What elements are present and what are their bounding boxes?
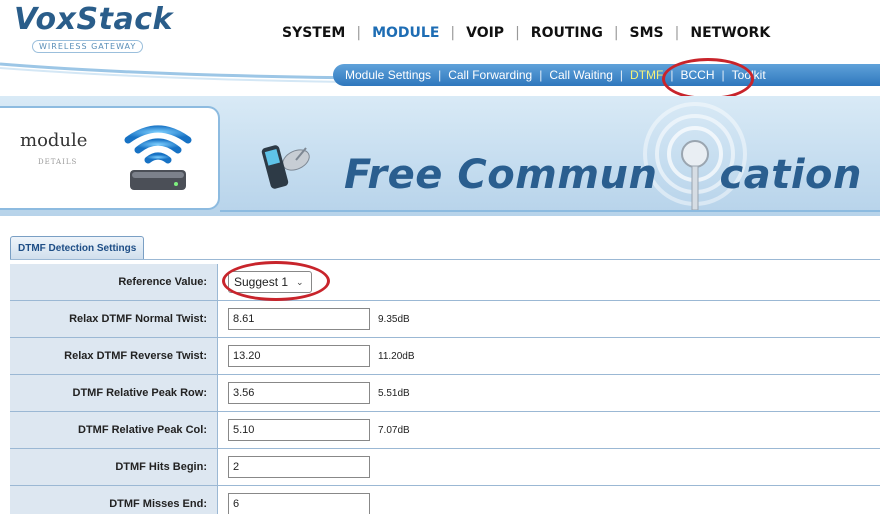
phone-satellite-icon [261, 145, 310, 189]
sub-nav: Module Settings | Call Forwarding | Call… [333, 64, 880, 86]
card-title: module [20, 130, 88, 151]
peak-col-input[interactable] [228, 419, 370, 441]
peak-col-label: DTMF Relative Peak Col: [78, 424, 207, 436]
nav-network[interactable]: NETWORK [690, 25, 770, 41]
reference-value-select[interactable]: Suggest 1 ⌄ [228, 271, 312, 293]
banner-headline: Free Commun cation [344, 152, 862, 198]
misses-end-input[interactable] [228, 493, 370, 514]
card-subtitle: DETAILS [38, 158, 78, 166]
brand-tagline: WIRELESS GATEWAY [32, 40, 144, 53]
brand-logo: VoxStack WIRELESS GATEWAY [14, 4, 184, 60]
subnav-separator: | [619, 68, 624, 82]
top-nav: SYSTEM | MODULE | VOIP | ROUTING | SMS |… [282, 22, 880, 44]
hits-begin-input[interactable] [228, 456, 370, 478]
reverse-twist-label: Relax DTMF Reverse Twist: [64, 350, 207, 362]
form-row: DTMF Hits Begin: [10, 449, 880, 486]
form-row-reference: Reference Value: Suggest 1 ⌄ [10, 264, 880, 301]
banner-divider [220, 210, 880, 212]
peak-row-unit: 5.51dB [378, 387, 410, 399]
nav-routing[interactable]: ROUTING [531, 25, 603, 41]
nav-separator: | [450, 25, 456, 41]
normal-twist-input[interactable] [228, 308, 370, 330]
subnav-dtmf[interactable]: DTMF [630, 68, 663, 82]
dtmf-settings-form: Reference Value: Suggest 1 ⌄ Relax DTMF … [10, 264, 880, 514]
misses-end-label: DTMF Misses End: [109, 498, 207, 510]
nav-voip[interactable]: VOIP [466, 25, 504, 41]
subnav-call-waiting[interactable]: Call Waiting [549, 68, 613, 82]
normal-twist-label: Relax DTMF Normal Twist: [69, 313, 207, 325]
reference-value-selected: Suggest 1 [234, 275, 289, 289]
form-row: DTMF Relative Peak Row: 5.51dB [10, 375, 880, 412]
reverse-twist-unit: 11.20dB [378, 350, 415, 362]
subnav-separator: | [670, 68, 674, 82]
subnav-bcch[interactable]: BCCH [681, 68, 715, 82]
nav-system[interactable]: SYSTEM [282, 25, 345, 41]
reference-value-label: Reference Value: [118, 276, 207, 288]
nav-separator: | [613, 25, 619, 41]
peak-row-input[interactable] [228, 382, 370, 404]
chevron-down-icon: ⌄ [296, 276, 304, 287]
tab-dtmf-detection-settings[interactable]: DTMF Detection Settings [10, 236, 145, 260]
form-row: DTMF Relative Peak Col: 7.07dB [10, 412, 880, 449]
banner-headline-right: cation [719, 152, 862, 198]
subnav-toolkit[interactable]: Toolkit [732, 68, 766, 82]
subnav-module-settings[interactable]: Module Settings [345, 68, 431, 82]
reverse-twist-input[interactable] [228, 345, 370, 367]
subnav-call-forwarding[interactable]: Call Forwarding [448, 68, 532, 82]
nav-separator: | [674, 25, 680, 41]
peak-row-label: DTMF Relative Peak Row: [72, 387, 207, 399]
subnav-separator: | [721, 68, 725, 82]
banner-headline-left: Free Commun [344, 152, 658, 198]
normal-twist-unit: 9.35dB [378, 313, 410, 325]
subnav-separator: | [539, 68, 543, 82]
subnav-separator: | [438, 68, 442, 82]
brand-name: VoxStack [14, 2, 173, 37]
section-divider [10, 259, 880, 260]
nav-sms[interactable]: SMS [630, 25, 664, 41]
hits-begin-label: DTMF Hits Begin: [115, 461, 207, 473]
wireless-router-icon [124, 125, 192, 190]
nav-separator: | [356, 25, 362, 41]
nav-separator: | [515, 25, 520, 41]
nav-module[interactable]: MODULE [372, 25, 439, 41]
form-row: DTMF Misses End: [10, 486, 880, 514]
form-row: Relax DTMF Reverse Twist: 11.20dB [10, 338, 880, 375]
peak-col-unit: 7.07dB [378, 424, 410, 436]
form-row: Relax DTMF Normal Twist: 9.35dB [10, 301, 880, 338]
